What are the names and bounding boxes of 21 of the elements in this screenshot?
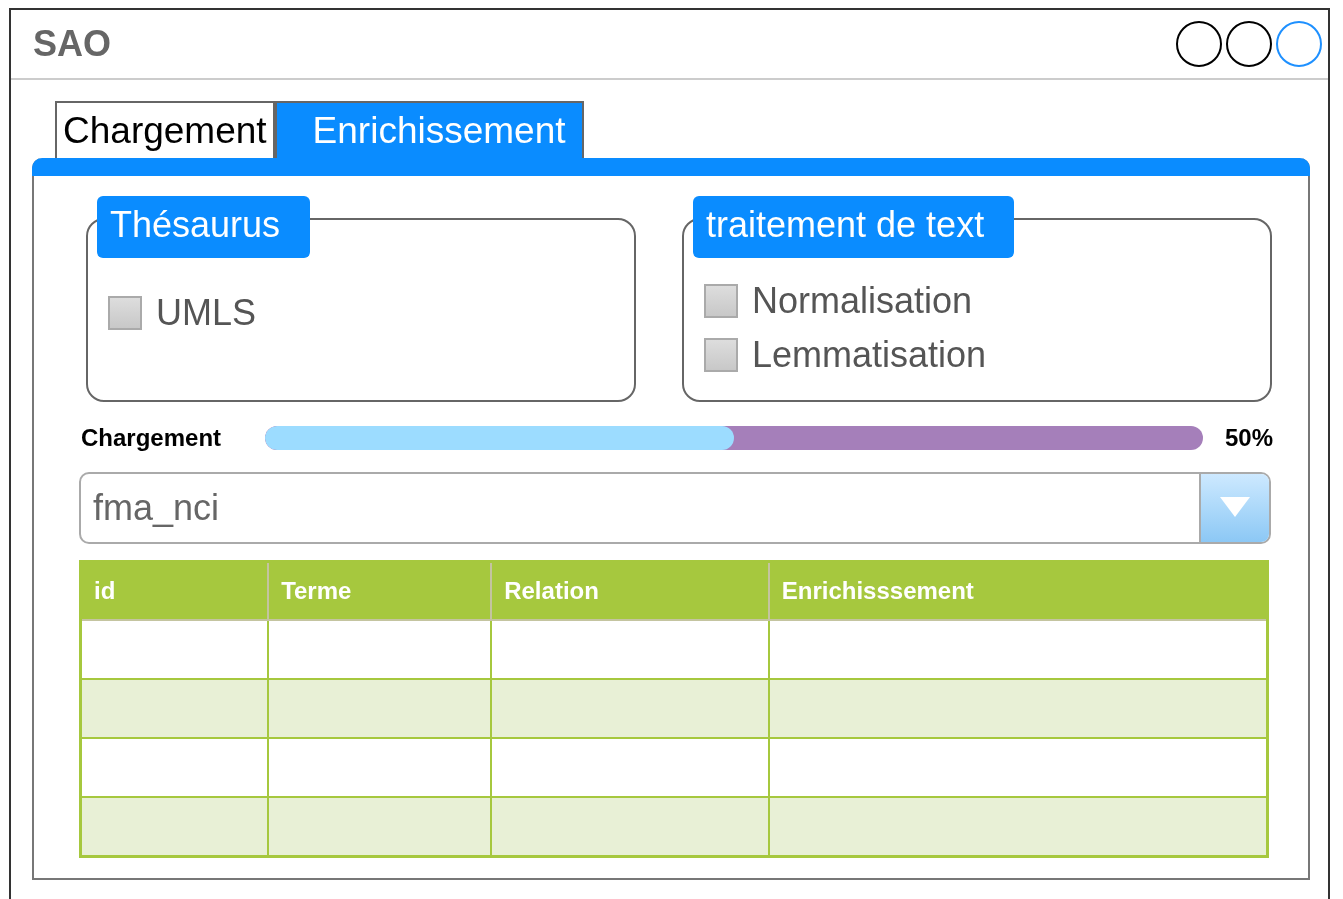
- column-header: Enrichisssement: [768, 561, 1268, 620]
- window-control-icon[interactable]: [1226, 21, 1272, 67]
- window-title: SAO: [33, 23, 111, 65]
- tab[interactable]: Enrichissement: [274, 101, 584, 158]
- column-header: id: [80, 561, 269, 620]
- checkbox[interactable]: [108, 296, 142, 330]
- group-title: traitement de text: [693, 196, 1015, 258]
- checkbox-label: Normalisation: [752, 280, 973, 322]
- column-header: Terme: [268, 561, 492, 620]
- checkbox[interactable]: [704, 284, 738, 318]
- progress-reading: 50%: [1224, 424, 1273, 452]
- group-title: Thésaurus: [97, 196, 311, 258]
- tab[interactable]: Chargement: [55, 101, 275, 158]
- dropdown[interactable]: fma_nci: [79, 472, 1271, 544]
- progress-label: Chargement: [81, 424, 223, 452]
- checkbox-label: UMLS: [156, 292, 257, 334]
- dropdown-arrow-icon[interactable]: [1220, 497, 1250, 519]
- column-header: Relation: [491, 561, 769, 620]
- checkbox[interactable]: [704, 338, 738, 372]
- checkbox-label: Lemmatisation: [752, 334, 987, 376]
- window-control-icon[interactable]: [1176, 21, 1222, 67]
